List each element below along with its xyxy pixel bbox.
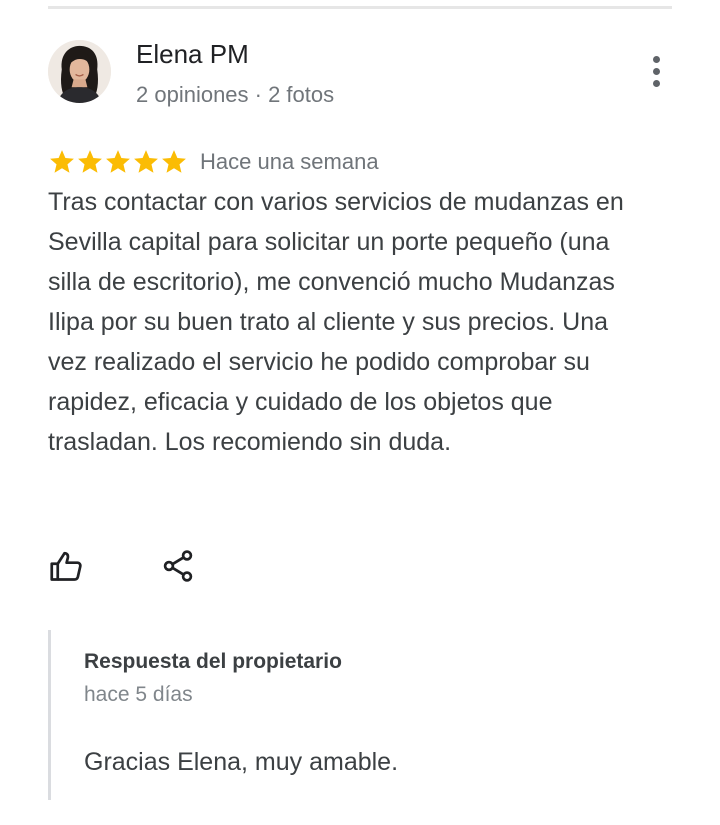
author-avatar[interactable] [48, 40, 111, 103]
author-name[interactable]: Elena PM [136, 38, 249, 70]
more-options-button[interactable] [636, 50, 676, 92]
star-icon [76, 148, 104, 176]
thumb-up-icon [50, 551, 82, 581]
more-vert-icon [652, 55, 660, 63]
more-vert-icon-dot [652, 79, 660, 87]
share-button[interactable] [160, 548, 196, 584]
rating-row: Hace una semana [48, 146, 379, 178]
star-icon [48, 148, 76, 176]
owner-response-text: Gracias Elena, muy amable. [84, 748, 399, 776]
star-icon [160, 148, 188, 176]
star-icon [104, 148, 132, 176]
author-meta: 2 opiniones · 2 fotos [136, 82, 335, 107]
share-icon [163, 550, 193, 582]
owner-response-title: Respuesta del propietario [84, 650, 342, 673]
more-vert-icon-dot [652, 67, 660, 75]
top-divider [48, 6, 672, 9]
owner-response-date: hace 5 días [84, 683, 193, 706]
user-photo-icon [48, 40, 111, 103]
owner-response: Respuesta del propietario hace 5 días Gr… [48, 630, 651, 800]
star-icon [132, 148, 160, 176]
review-text: Tras contactar con varios servicios de m… [48, 188, 624, 456]
like-button[interactable] [48, 548, 84, 584]
star-rating [48, 148, 188, 176]
review-date: Hace una semana [200, 149, 379, 174]
